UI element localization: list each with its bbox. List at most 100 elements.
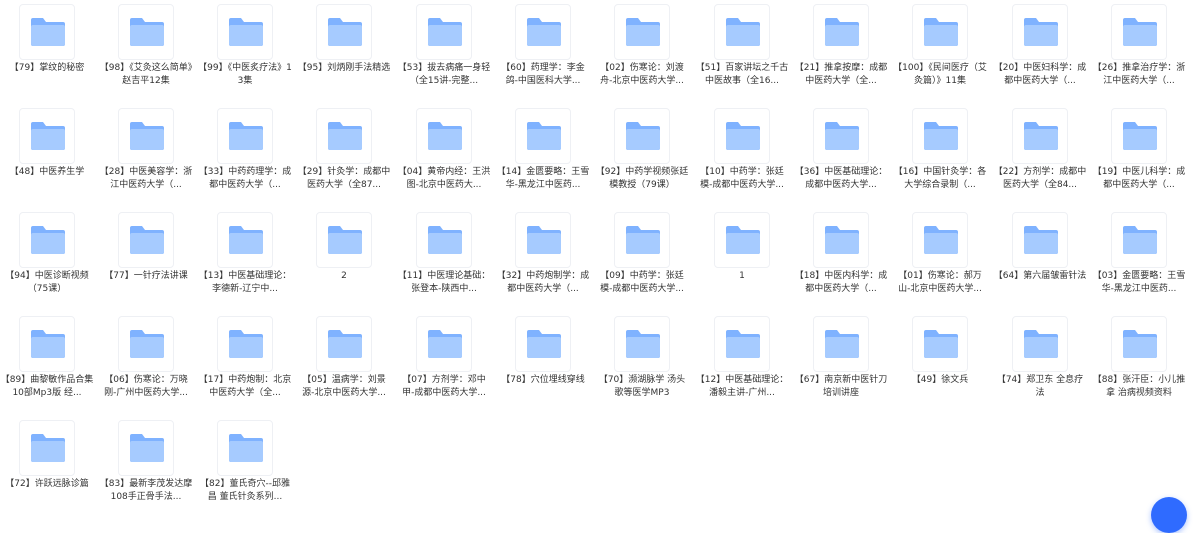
folder-item[interactable]: 【67】南京新中医针刀培训讲座	[794, 312, 894, 412]
folder-label: 【17】中药炮制：北京中医药大学（全...	[198, 375, 292, 398]
folder-label: 【79】掌纹的秘密	[9, 63, 85, 73]
folder-item[interactable]: 【95】刘炳刚手法精选	[297, 0, 397, 100]
folder-item[interactable]: 【79】掌纹的秘密	[0, 0, 100, 100]
floating-action-button[interactable]	[1151, 497, 1187, 533]
folder-item[interactable]: 【33】中药药理学：成都中医药大学（...	[198, 104, 298, 204]
folder-icon	[1024, 226, 1058, 254]
folder-label: 【94】中医诊断视频（75课）	[5, 271, 89, 294]
folder-item[interactable]: 【04】黄帝内经：王洪图-北京中医药大...	[397, 104, 497, 204]
folder-thumbnail	[118, 4, 174, 60]
folder-item[interactable]: 【16】中国针灸学：各大学综合录制（...	[893, 104, 993, 204]
folder-icon	[428, 226, 462, 254]
folder-item[interactable]: 【88】张汗臣：小儿推拿 治病视频资料	[1092, 312, 1192, 412]
folder-label: 【89】曲黎敏作品合集10部Mp3版 经...	[0, 375, 94, 398]
folder-thumbnail	[19, 212, 75, 268]
folder-item[interactable]: 【100】《民间医疗（艾灸篇）》11集	[893, 0, 993, 100]
folder-item[interactable]: 【21】推拿按摩：成都中医药大学（全...	[794, 0, 894, 100]
folder-item[interactable]: 【18】中医内科学：成都中医药大学（...	[794, 208, 894, 308]
folder-icon	[328, 226, 362, 254]
folder-item[interactable]: 【89】曲黎敏作品合集10部Mp3版 经...	[0, 312, 100, 412]
folder-icon	[825, 122, 859, 150]
folder-thumbnail	[813, 316, 869, 372]
folder-item[interactable]: 【02】伤寒论：刘渡舟-北京中医药大学...	[595, 0, 695, 100]
folder-thumbnail	[316, 4, 372, 60]
folder-item[interactable]: 【01】伤寒论：郝万山-北京中医药大学...	[893, 208, 993, 308]
folder-thumbnail	[118, 420, 174, 476]
folder-item[interactable]: 2	[297, 208, 397, 308]
folder-thumbnail	[1111, 212, 1167, 268]
folder-thumbnail	[1111, 108, 1167, 164]
folder-item[interactable]: 【13】中医基础理论：李德新-辽宁中...	[198, 208, 298, 308]
folder-item[interactable]: 【82】董氏奇穴--邱雅昌 董氏针灸系列...	[198, 416, 298, 516]
folder-item[interactable]: 【06】伤寒论：万晓刚-广州中医药大学...	[99, 312, 199, 412]
folder-label: 【26】推拿治疗学：浙江中医药大学（...	[1092, 63, 1186, 86]
folder-item[interactable]: 【70】濒湖脉学 汤头歌等医学MP3	[595, 312, 695, 412]
folder-icon	[825, 226, 859, 254]
folder-item[interactable]: 【49】徐文兵	[893, 312, 993, 412]
folder-label: 【67】南京新中医针刀培训讲座	[794, 375, 888, 398]
folder-item[interactable]: 【98】《艾灸这么简单》赵吉平12集	[99, 0, 199, 100]
folder-item[interactable]: 【22】方剂学：成都中医药大学（全84...	[993, 104, 1093, 204]
folder-label: 【07】方剂学：邓中甲-成都中医药大学...	[402, 375, 486, 398]
folder-icon	[527, 226, 561, 254]
folder-item[interactable]: 【77】一针疗法讲课	[99, 208, 199, 308]
folder-item[interactable]: 【74】郑卫东 全息疗法	[993, 312, 1093, 412]
folder-item[interactable]: 【53】拔去病痛一身轻（全15讲-完整...	[397, 0, 497, 100]
folder-item[interactable]: 【72】许跃远脉诊篇	[0, 416, 100, 516]
folder-icon	[130, 18, 164, 46]
folder-thumbnail	[714, 316, 770, 372]
folder-icon	[328, 330, 362, 358]
folder-label: 【78】穴位埋线穿线	[501, 375, 585, 385]
folder-item[interactable]: 【36】中医基础理论：成都中医药大学...	[794, 104, 894, 204]
folder-icon	[924, 122, 958, 150]
folder-item[interactable]: 【83】最新李茂发达摩108手正骨手法...	[99, 416, 199, 516]
folder-label: 【12】中医基础理论：潘毅主讲-广州...	[695, 375, 789, 398]
folder-icon	[130, 122, 164, 150]
folder-item[interactable]: 【28】中医美容学：浙江中医药大学（...	[99, 104, 199, 204]
folder-icon	[1123, 18, 1157, 46]
folder-item[interactable]: 【29】针灸学：成都中医药大学（全87...	[297, 104, 397, 204]
folder-label: 【83】最新李茂发达摩108手正骨手法...	[99, 479, 193, 502]
folder-icon	[527, 18, 561, 46]
folder-icon	[626, 226, 660, 254]
folder-item[interactable]: 【60】药理学：李金鸽-中国医科大学...	[496, 0, 596, 100]
folder-icon	[130, 434, 164, 462]
folder-item[interactable]: 【99】《中医炙疗法》13集	[198, 0, 298, 100]
folder-label: 【60】药理学：李金鸽-中国医科大学...	[501, 63, 585, 86]
folder-icon	[229, 122, 263, 150]
folder-icon	[1123, 330, 1157, 358]
folder-item[interactable]: 【51】百家讲坛之千古中医故事（全16...	[695, 0, 795, 100]
folder-item[interactable]: 【19】中医儿科学：成都中医药大学（...	[1092, 104, 1192, 204]
folder-label: 【36】中医基础理论：成都中医药大学...	[794, 167, 888, 190]
folder-item[interactable]: 【17】中药炮制：北京中医药大学（全...	[198, 312, 298, 412]
folder-item[interactable]: 【64】第六届皱雷针法	[993, 208, 1093, 308]
folder-item[interactable]: 【07】方剂学：邓中甲-成都中医药大学...	[397, 312, 497, 412]
folder-item[interactable]: 【94】中医诊断视频（75课）	[0, 208, 100, 308]
folder-item[interactable]: 【03】金匮要略：王雪华-黑龙江中医药...	[1092, 208, 1192, 308]
folder-item[interactable]: 【32】中药炮制学：成都中医药大学（...	[496, 208, 596, 308]
folder-item[interactable]: 【10】中药学：张廷模-成都中医药大学...	[695, 104, 795, 204]
folder-thumbnail	[316, 108, 372, 164]
folder-item[interactable]: 【92】中药学视频张廷模教授（79课）	[595, 104, 695, 204]
folder-thumbnail	[118, 316, 174, 372]
folder-item[interactable]: 【12】中医基础理论：潘毅主讲-广州...	[695, 312, 795, 412]
folder-item[interactable]: 【05】温病学：刘景源-北京中医药大学...	[297, 312, 397, 412]
folder-item[interactable]: 【26】推拿治疗学：浙江中医药大学（...	[1092, 0, 1192, 100]
folder-item[interactable]: 【78】穴位埋线穿线	[496, 312, 596, 412]
folder-label: 【32】中药炮制学：成都中医药大学（...	[496, 271, 590, 294]
folder-item[interactable]: 【14】金匮要略：王雪华-黑龙江中医药...	[496, 104, 596, 204]
folder-thumbnail	[714, 108, 770, 164]
folder-thumbnail	[316, 316, 372, 372]
folder-thumbnail	[416, 108, 472, 164]
folder-item[interactable]: 【09】中药学：张廷模-成都中医药大学...	[595, 208, 695, 308]
folder-item[interactable]: 【11】中医理论基础：张登本-陕西中...	[397, 208, 497, 308]
folder-label: 【100】《民间医疗（艾灸篇）》11集	[893, 63, 987, 86]
folder-icon	[825, 18, 859, 46]
folder-icon	[428, 18, 462, 46]
folder-item[interactable]: 1	[695, 208, 795, 308]
folder-icon	[726, 226, 760, 254]
folder-thumbnail	[813, 108, 869, 164]
folder-label: 【49】徐文兵	[911, 375, 969, 385]
folder-item[interactable]: 【48】中医养生学	[0, 104, 100, 204]
folder-item[interactable]: 【20】中医妇科学：成都中医药大学（...	[993, 0, 1093, 100]
